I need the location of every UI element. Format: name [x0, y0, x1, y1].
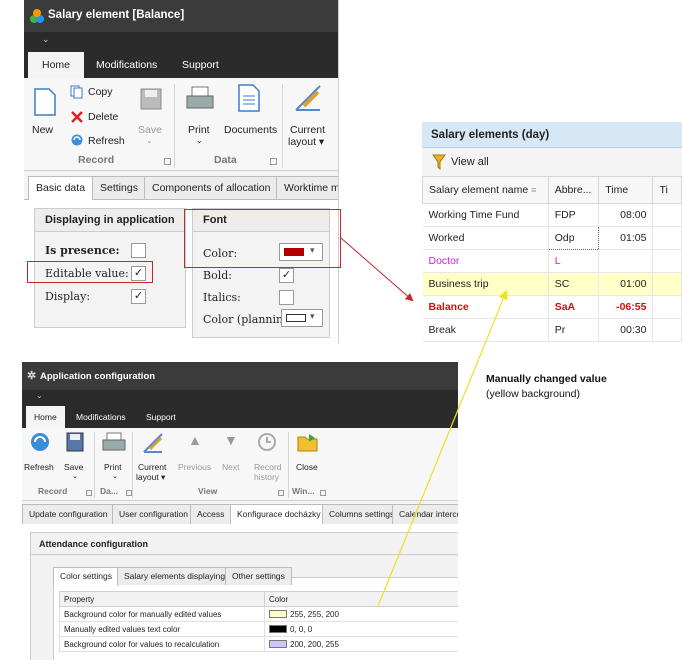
red-arrow	[340, 237, 414, 302]
yellow-arrow	[377, 289, 508, 607]
annotation-arrows	[340, 237, 508, 607]
